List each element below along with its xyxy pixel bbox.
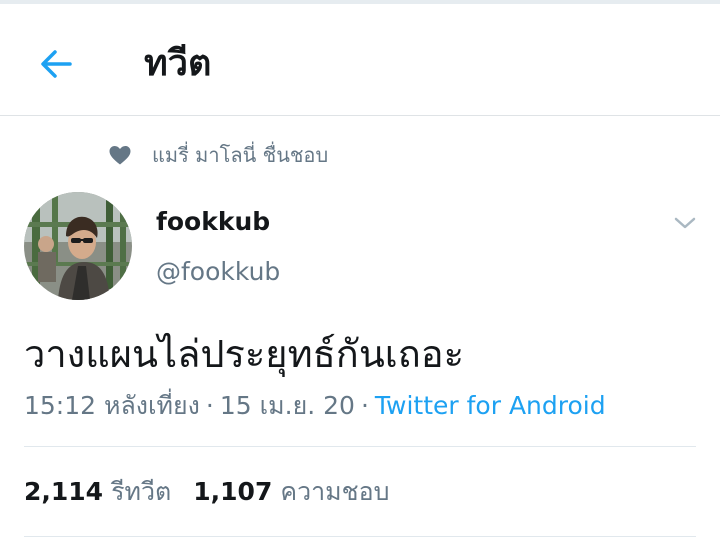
heart-icon (109, 146, 131, 165)
tweet-stats: 2,114 รีทวีต 1,107 ความชอบ (24, 476, 389, 508)
social-context[interactable]: แมรี่ มาโลนี่ ชื่นชอบ (108, 140, 328, 170)
meta-separator: · (205, 391, 214, 420)
retweets-label: รีทวีต (111, 477, 172, 506)
arrow-left-icon (41, 50, 72, 78)
divider (24, 536, 696, 537)
more-options-button[interactable] (670, 208, 700, 238)
likes-count: 1,107 (193, 477, 273, 506)
author-display-name[interactable]: fookkub (156, 206, 270, 238)
tweet-date: 15 เม.ย. 20 (219, 391, 355, 420)
back-button[interactable] (30, 38, 82, 90)
author-username[interactable]: @fookkub (156, 256, 280, 288)
avatar[interactable] (24, 192, 132, 300)
avatar-image (24, 192, 132, 300)
tweet-meta: 15:12 หลังเที่ยง · 15 เม.ย. 20 · Twitter for… (24, 390, 606, 422)
likes-label: ความชอบ (280, 477, 390, 506)
meta-separator: · (360, 391, 369, 420)
tweet-time: 15:12 หลังเที่ยง (24, 391, 200, 420)
social-context-text: แมรี่ มาโลนี่ ชื่นชอบ (152, 143, 329, 167)
page-title: ทวีต (144, 43, 212, 84)
likes-stat[interactable]: 1,107 ความชอบ (193, 476, 389, 508)
tweet-source-link[interactable]: Twitter for Android (375, 391, 606, 420)
header-bar: ทวีต (0, 4, 720, 116)
chevron-down-icon (674, 217, 696, 229)
retweets-stat[interactable]: 2,114 รีทวีต (24, 476, 171, 508)
retweets-count: 2,114 (24, 477, 104, 506)
divider (24, 446, 696, 447)
tweet-text: วางแผนไล่ประยุทธ์กันเถอะ (24, 332, 465, 376)
